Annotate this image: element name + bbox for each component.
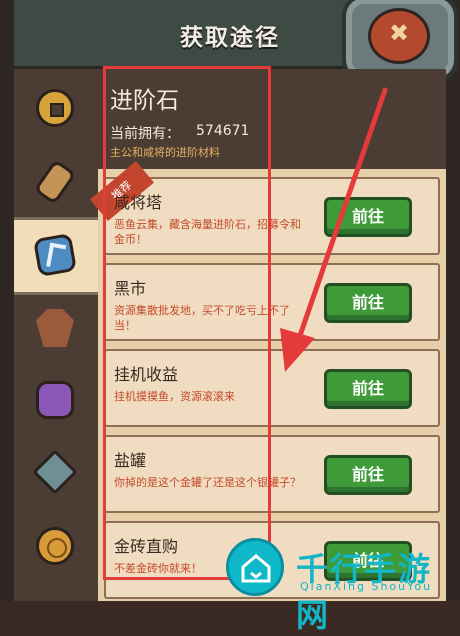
go-button[interactable]: 前往: [324, 455, 412, 495]
right-border: [446, 0, 460, 601]
annotation-arrow: [280, 87, 388, 372]
sidebar-item-gem[interactable]: [14, 365, 98, 437]
close-icon: ✖: [368, 8, 430, 64]
sidebar-item-scroll[interactable]: [14, 147, 98, 219]
left-border: [0, 0, 14, 601]
annotation-box: [103, 66, 271, 580]
rune-icon: [32, 232, 78, 278]
game-window: 获取途径 ✖ 进阶石 当前拥有： 574671 主公和咸将的进阶材料 推荐 咸将…: [0, 0, 460, 634]
scroll-icon: [33, 158, 77, 206]
coffin-icon: [36, 309, 74, 347]
sidebar-item-medal[interactable]: [14, 511, 98, 583]
sidebar-item-coin[interactable]: [14, 73, 98, 145]
sidebar-item-stone[interactable]: [14, 437, 98, 509]
medal-icon: [36, 527, 74, 565]
watermark-en: QianXing ShouYou: [300, 580, 433, 593]
sidebar: [14, 69, 98, 601]
gem-icon: [36, 381, 74, 419]
sidebar-item-coffin[interactable]: [14, 293, 98, 365]
watermark-logo-icon: [226, 538, 284, 596]
coin-icon: [36, 89, 74, 127]
watermark: 千行手游网 QianXing ShouYou: [226, 536, 460, 634]
sidebar-item-rune[interactable]: [14, 217, 98, 295]
stone-icon: [32, 449, 78, 495]
